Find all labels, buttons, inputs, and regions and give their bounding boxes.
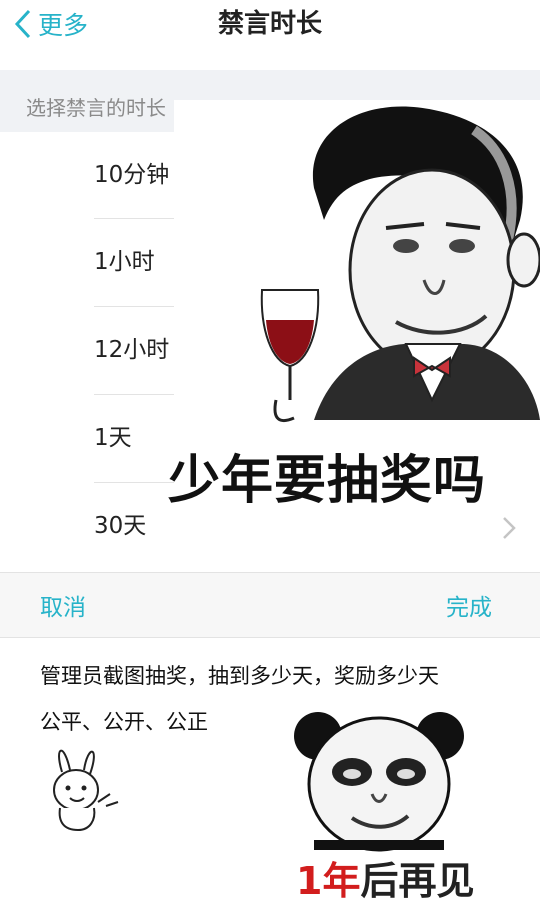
duration-option-label: 12小时 [94, 337, 170, 363]
duration-option-label: 30天 [94, 513, 147, 539]
caption-line-1: 管理员截图抽奖，抽到多少天，奖励多少天 [40, 664, 439, 688]
duration-option-label: 1小时 [94, 249, 155, 275]
meme-caption: 少年要抽奖吗 [168, 451, 487, 511]
meme-panda-caption-black: 后再见 [360, 859, 475, 903]
bunny-sticker-image [53, 749, 119, 832]
chevron-right-icon [503, 517, 516, 539]
sheet-header-label: 选择禁言的时长 [26, 96, 166, 120]
back-button[interactable]: 更多 [14, 6, 88, 42]
cancel-button[interactable]: 取消 [40, 588, 86, 622]
chevron-left-icon [14, 9, 31, 39]
caption-line-2: 公平、公开、公正 [40, 710, 208, 734]
back-button-label: 更多 [38, 11, 89, 40]
done-button[interactable]: 完成 [446, 588, 492, 622]
duration-option-label: 10分钟 [94, 162, 170, 188]
duration-option-label: 1天 [94, 425, 132, 451]
meme-panda-caption-red: 1年 [296, 859, 361, 903]
meme-panda-caption: 1年后再见 [296, 850, 474, 905]
